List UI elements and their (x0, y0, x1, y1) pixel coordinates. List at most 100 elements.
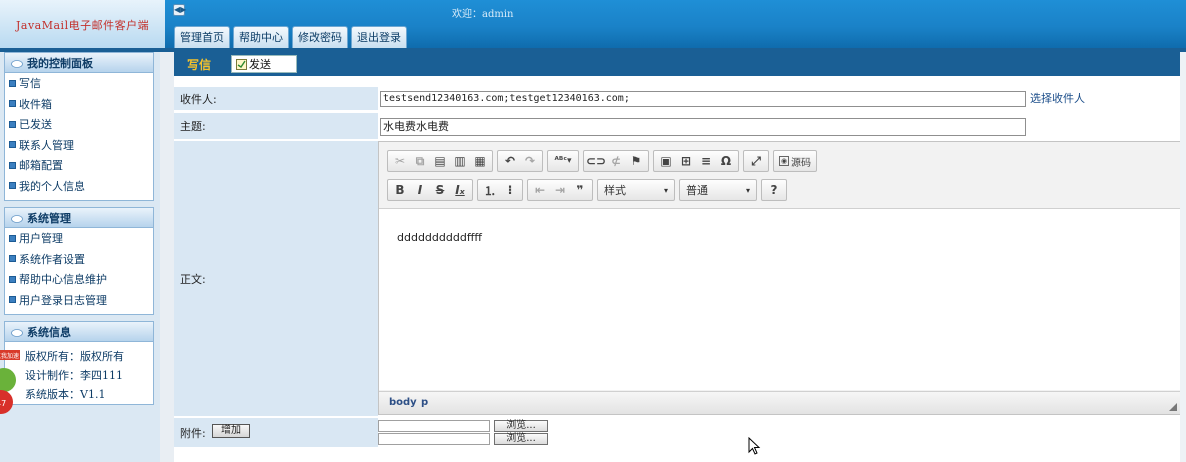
link-group: ⊂⊃ ⊄ ⚑ (583, 150, 649, 172)
bullet-icon (9, 182, 16, 190)
bullet-icon (9, 275, 16, 283)
tab-help-center[interactable]: 帮助中心 (233, 26, 289, 48)
bullet-icon (9, 100, 16, 108)
recipient-input[interactable]: testsend12340163.com;testget12340163.com… (380, 91, 1026, 107)
tab-logout[interactable]: 退出登录 (351, 26, 407, 48)
select-recipient-link[interactable]: 选择收件人 (1030, 90, 1085, 106)
style-dropdown[interactable]: 样式 ▾ (597, 179, 675, 201)
table-icon[interactable]: ⊞ (676, 152, 696, 170)
editor-toolbar-row-2: B I S Iₓ ⒈ ⁝ ⇤ ⇥ ❞ 样式 ▾ 普通 ▾ ? (387, 179, 787, 201)
unlink-icon[interactable]: ⊄ (606, 152, 626, 170)
italic-icon[interactable]: I (410, 181, 430, 199)
redo-icon[interactable]: ↷ (520, 152, 540, 170)
strikethrough-icon[interactable]: S (430, 181, 450, 199)
compose-area: 写信 发送 收件人: testsend12340163.com;testget1… (174, 52, 1186, 462)
help-group: ? (761, 179, 787, 201)
help-icon[interactable]: ? (764, 181, 784, 199)
attachment-label-cell: 附件: 增加 (174, 418, 378, 447)
recipient-cell: testsend12340163.com;testget12340163.com… (378, 87, 1186, 110)
link-icon[interactable]: ⊂⊃ (586, 152, 606, 170)
outdent-icon[interactable]: ⇤ (530, 181, 550, 199)
format-group: B I S Iₓ (387, 179, 473, 201)
sidebar-item-inbox[interactable]: 收件箱 (5, 94, 153, 115)
paste-text-icon[interactable]: ▥ (450, 152, 470, 170)
path-body[interactable]: body (389, 397, 417, 408)
horizontal-rule-icon[interactable]: ≡ (696, 152, 716, 170)
spellcheck-group: ᴬᴮᶜ▾ (547, 150, 579, 172)
insert-group: ▣ ⊞ ≡ Ω (653, 150, 739, 172)
app-logo: JavaMail电子邮件客户端 (0, 0, 165, 48)
attachment-label: 附件: (180, 426, 206, 440)
source-button[interactable]: ◉ 源码 (776, 152, 814, 170)
source-icon: ◉ (779, 156, 789, 166)
image-icon[interactable]: ▣ (656, 152, 676, 170)
send-icon (236, 58, 247, 70)
version-line: 系统版本：V1.1 (25, 387, 106, 401)
attachment-row: 附件: 增加 浏览... 浏览... (174, 418, 1186, 455)
editor-toolbar-row-1: ✂ ⧉ ▤ ▥ ▦ ↶ ↷ ᴬᴮᶜ▾ ⊂⊃ ⊄ ⚑ ▣ ⊞ ≡ Ω ⤢ ◉ 源码 (387, 150, 817, 172)
indent-icon[interactable]: ⇥ (550, 181, 570, 199)
file-input-2[interactable] (378, 433, 490, 445)
sidebar-item-login-logs[interactable]: 用户登录日志管理 (5, 290, 153, 311)
cut-icon[interactable]: ✂ (390, 152, 410, 170)
bullet-list-icon[interactable]: ⁝ (500, 181, 520, 199)
maximize-group: ⤢ (743, 150, 769, 172)
sidebar: 我的控制面板 写信 收件箱 已发送 联系人管理 邮箱配置 我的个人信息 系统管理… (0, 52, 160, 462)
resize-handle-icon[interactable] (1169, 403, 1177, 411)
speed-boost-label: 点我加速 (0, 352, 19, 360)
recipient-row: 收件人: testsend12340163.com;testget1234016… (174, 87, 1186, 111)
chevron-down-icon: ▾ (663, 185, 668, 195)
bullet-icon (9, 141, 16, 149)
add-attachment-button[interactable]: 增加 (212, 424, 250, 438)
control-panel-title-label: 我的控制面板 (27, 56, 93, 70)
bullet-icon (9, 296, 16, 304)
body-label: 正文: (174, 141, 378, 416)
system-admin-title: 系统管理 (5, 208, 153, 228)
collapse-toggle-icon[interactable]: ◀▶ (173, 4, 186, 16)
special-char-icon[interactable]: Ω (716, 152, 736, 170)
numbered-list-icon[interactable]: ⒈ (480, 181, 500, 199)
sidebar-item-sent[interactable]: 已发送 (5, 114, 153, 135)
speed-boost-widget[interactable]: 点我加速 47 (0, 350, 20, 420)
spellcheck-icon[interactable]: ᴬᴮᶜ▾ (550, 152, 576, 170)
sidebar-item-help-maintenance[interactable]: 帮助中心信息维护 (5, 269, 153, 290)
anchor-flag-icon[interactable]: ⚑ (626, 152, 646, 170)
copyright-line: 版权所有：版权所有 (25, 349, 124, 363)
send-button[interactable]: 发送 (231, 55, 297, 73)
sidebar-item-author-settings[interactable]: 系统作者设置 (5, 249, 153, 270)
rich-text-editor: ✂ ⧉ ▤ ▥ ▦ ↶ ↷ ᴬᴮᶜ▾ ⊂⊃ ⊄ ⚑ ▣ ⊞ ≡ Ω ⤢ ◉ 源码… (378, 141, 1182, 415)
path-p[interactable]: p (421, 397, 428, 408)
mouse-cursor-icon (748, 437, 761, 455)
sidebar-item-contacts[interactable]: 联系人管理 (5, 135, 153, 156)
sidebar-item-compose[interactable]: 写信 (5, 73, 153, 94)
format-dropdown-label: 普通 (686, 184, 708, 197)
browse-button-1[interactable]: 浏览... (494, 420, 548, 432)
editor-content-area[interactable]: ddddddddddffff (379, 208, 1181, 390)
remove-format-icon[interactable]: Iₓ (450, 181, 470, 199)
body-cell: ✂ ⧉ ▤ ▥ ▦ ↶ ↷ ᴬᴮᶜ▾ ⊂⊃ ⊄ ⚑ ▣ ⊞ ≡ Ω ⤢ ◉ 源码… (378, 141, 1186, 416)
paste-word-icon[interactable]: ▦ (470, 152, 490, 170)
browse-button-2[interactable]: 浏览... (494, 433, 548, 445)
copy-icon[interactable]: ⧉ (410, 152, 430, 170)
subject-input[interactable]: 水电费水电费 (380, 118, 1026, 136)
undo-icon[interactable]: ↶ (500, 152, 520, 170)
app-header: JavaMail电子邮件客户端 ◀▶ 欢迎：admin 管理首页 帮助中心 修改… (0, 0, 1186, 48)
welcome-text: 欢迎：admin (452, 9, 514, 20)
tab-change-password[interactable]: 修改密码 (292, 26, 348, 48)
sidebar-item-label: 用户管理 (19, 232, 63, 246)
paste-icon[interactable]: ▤ (430, 152, 450, 170)
sidebar-item-mail-config[interactable]: 邮箱配置 (5, 155, 153, 176)
sidebar-item-label: 收件箱 (19, 97, 52, 111)
page-scrollbar[interactable] (1180, 52, 1186, 462)
bold-icon[interactable]: B (390, 181, 410, 199)
tab-home[interactable]: 管理首页 (174, 26, 230, 48)
blockquote-icon[interactable]: ❞ (570, 181, 590, 199)
maximize-icon[interactable]: ⤢ (746, 152, 766, 170)
sidebar-item-user-admin[interactable]: 用户管理 (5, 228, 153, 249)
file-input-1[interactable] (378, 420, 490, 432)
bullet-icon (9, 161, 16, 169)
designer-line: 设计制作：李四111 (25, 368, 123, 382)
bullet-icon (9, 255, 16, 263)
sidebar-item-profile[interactable]: 我的个人信息 (5, 176, 153, 197)
format-dropdown[interactable]: 普通 ▾ (679, 179, 757, 201)
